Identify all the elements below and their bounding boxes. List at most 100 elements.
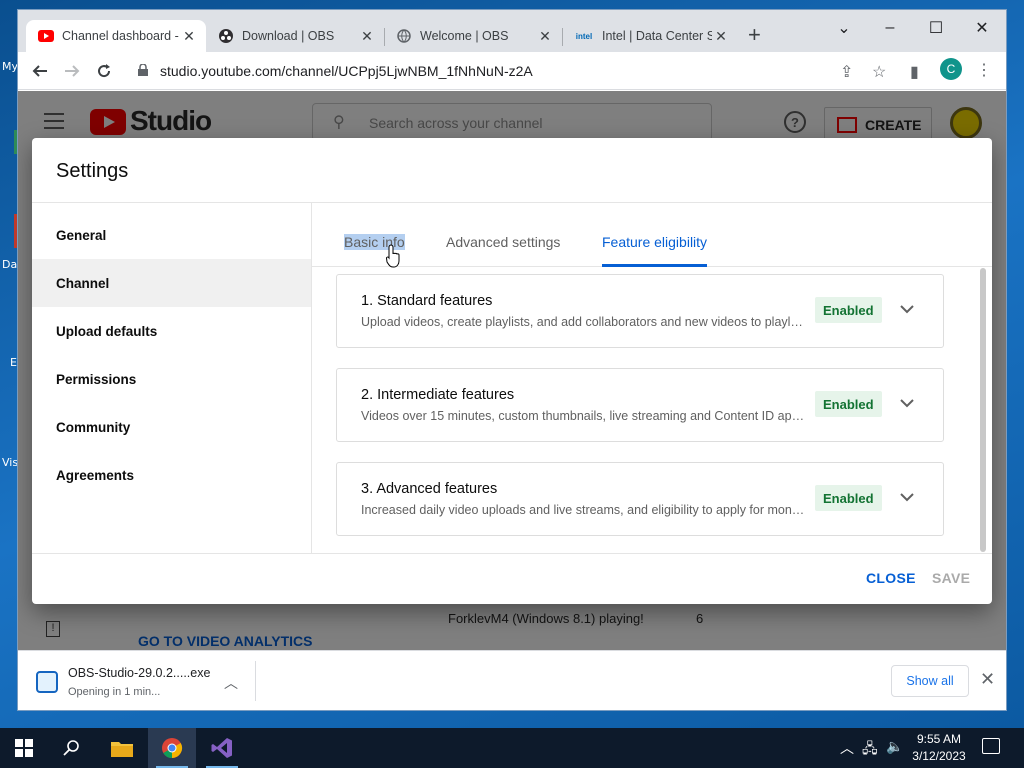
feature-card[interactable]: 3. Advanced features Increased daily vid… <box>336 462 944 536</box>
download-file-name[interactable]: OBS-Studio-29.0.2.....exe <box>68 666 210 680</box>
chrome-button[interactable] <box>148 728 196 768</box>
chevron-down-icon[interactable] <box>897 393 917 413</box>
tab-title: Channel dashboard - <box>62 29 179 43</box>
new-tab-button[interactable]: + <box>748 24 761 46</box>
feature-description: Videos over 15 minutes, custom thumbnail… <box>361 409 805 423</box>
browser-window: Channel dashboard - ✕ Download | OBS ✕ W… <box>18 10 1006 710</box>
chevron-down-icon[interactable] <box>897 299 917 319</box>
file-explorer-button[interactable] <box>98 728 146 768</box>
system-clock[interactable]: 9:55 AM 3/12/2023 <box>908 731 970 765</box>
tab-title: Intel | Data Center Sc <box>602 29 712 43</box>
feature-list: 1. Standard features Upload videos, crea… <box>312 268 992 553</box>
minimize-button[interactable]: – <box>870 14 910 42</box>
visual-studio-icon <box>211 738 232 758</box>
feature-card[interactable]: 2. Intermediate features Videos over 15 … <box>336 368 944 442</box>
status-badge: Enabled <box>815 391 882 417</box>
tab-advanced-settings[interactable]: Advanced settings <box>446 217 560 267</box>
divider <box>32 553 992 554</box>
network-icon[interactable]: 🖧 <box>862 738 878 762</box>
download-status: Opening in 1 min... <box>68 686 161 698</box>
tab-strip: Channel dashboard - ✕ Download | OBS ✕ W… <box>18 10 1006 52</box>
sidebar-item-upload-defaults[interactable]: Upload defaults <box>32 307 311 355</box>
feature-title: 2. Intermediate features <box>361 387 515 403</box>
sidebar-item-agreements[interactable]: Agreements <box>32 451 311 499</box>
share-icon[interactable]: ⇪ <box>840 62 853 82</box>
browser-menu-icon[interactable]: ⋮ <box>976 60 992 80</box>
sidebar-item-general[interactable]: General <box>32 211 311 259</box>
close-icon[interactable]: ✕ <box>980 669 995 690</box>
start-button[interactable] <box>0 728 48 768</box>
search-icon <box>63 740 79 756</box>
desktop-icon-label[interactable]: Vis <box>2 456 18 469</box>
sidebar-item-permissions[interactable]: Permissions <box>32 355 311 403</box>
dialog-title: Settings <box>56 160 129 182</box>
maximize-button[interactable]: ☐ <box>916 14 956 42</box>
tab-close-icon[interactable]: ✕ <box>180 28 198 45</box>
feature-description: Upload videos, create playlists, and add… <box>361 315 805 329</box>
content-scrollbar[interactable] <box>980 268 986 552</box>
tab-feature-eligibility[interactable]: Feature eligibility <box>602 217 708 267</box>
obs-icon <box>218 28 234 44</box>
desktop-icon-label[interactable]: Da <box>2 258 17 271</box>
desktop-icon-label[interactable]: My <box>2 60 18 73</box>
clock-date: 3/12/2023 <box>912 749 966 763</box>
reload-icon <box>98 64 111 78</box>
chrome-icon <box>162 738 183 759</box>
side-panel-icon[interactable]: ▮ <box>910 62 919 82</box>
tab-channel-dashboard[interactable]: Channel dashboard - ✕ <box>26 20 206 52</box>
windows-taskbar: ︿ 🖧 🔈 9:55 AM 3/12/2023 <box>0 728 1024 768</box>
windows-logo-icon <box>15 739 33 757</box>
tab-title: Welcome | OBS <box>420 29 509 43</box>
reload-button[interactable] <box>92 60 116 82</box>
settings-sidebar: General Channel Upload defaults Permissi… <box>32 203 312 553</box>
bookmark-star-icon[interactable]: ☆ <box>872 62 886 82</box>
volume-icon[interactable]: 🔈 <box>886 738 903 755</box>
folder-icon <box>111 742 133 757</box>
tab-label: Advanced settings <box>446 234 561 250</box>
tab-close-icon[interactable]: ✕ <box>536 28 554 45</box>
url-text: studio.youtube.com/channel/UCPpj5LjwNBM_… <box>160 63 533 79</box>
browser-toolbar: studio.youtube.com/channel/UCPpj5LjwNBM_… <box>18 52 1006 90</box>
tab-intel[interactable]: intel Intel | Data Center Sc ✕ <box>562 20 738 52</box>
tab-close-icon[interactable]: ✕ <box>358 28 376 45</box>
settings-dialog: Settings General Channel Upload defaults… <box>32 138 992 604</box>
youtube-icon <box>38 28 54 44</box>
tab-download-obs[interactable]: Download | OBS ✕ <box>206 20 384 52</box>
clock-time: 9:55 AM <box>916 732 962 746</box>
forward-button[interactable] <box>60 60 84 82</box>
chevron-down-icon[interactable] <box>897 487 917 507</box>
desktop-icon-label[interactable]: E <box>10 356 17 369</box>
tab-title: Download | OBS <box>242 29 335 43</box>
show-all-button[interactable]: Show all <box>891 665 969 697</box>
settings-tabs: Basic info Advanced settings Feature eli… <box>312 203 992 267</box>
download-shelf: OBS-Studio-29.0.2.....exe Opening in 1 m… <box>18 650 1006 710</box>
close-window-button[interactable]: ✕ <box>962 14 1002 42</box>
notification-icon[interactable] <box>982 738 1000 754</box>
address-bar[interactable]: studio.youtube.com/channel/UCPpj5LjwNBM_… <box>128 56 928 86</box>
tab-welcome-obs[interactable]: Welcome | OBS ✕ <box>384 20 562 52</box>
back-arrow-icon <box>32 65 47 77</box>
divider <box>255 661 256 701</box>
lock-icon <box>138 64 148 76</box>
feature-card[interactable]: 1. Standard features Upload videos, crea… <box>336 274 944 348</box>
visual-studio-button[interactable] <box>198 728 246 768</box>
scrollbar-thumb[interactable] <box>980 268 986 552</box>
profile-avatar[interactable]: C <box>940 58 962 80</box>
save-button[interactable]: SAVE <box>932 570 970 586</box>
forward-arrow-icon <box>65 65 80 77</box>
installer-file-icon <box>36 671 58 693</box>
close-button[interactable]: CLOSE <box>866 570 916 586</box>
chevron-up-icon[interactable]: ︿ <box>224 673 238 693</box>
status-badge: Enabled <box>815 485 882 511</box>
status-badge: Enabled <box>815 297 882 323</box>
search-button[interactable] <box>48 728 96 768</box>
sidebar-item-community[interactable]: Community <box>32 403 311 451</box>
chevron-up-icon[interactable]: ︿ <box>840 738 854 758</box>
hand-cursor-icon <box>386 244 400 268</box>
feature-description: Increased daily video uploads and live s… <box>361 503 805 517</box>
tab-search-button[interactable]: ⌄ <box>824 14 864 42</box>
back-button[interactable] <box>28 60 52 82</box>
sidebar-item-channel[interactable]: Channel <box>32 259 311 307</box>
tab-close-icon[interactable]: ✕ <box>712 28 730 45</box>
tab-label: Feature eligibility <box>602 234 708 250</box>
